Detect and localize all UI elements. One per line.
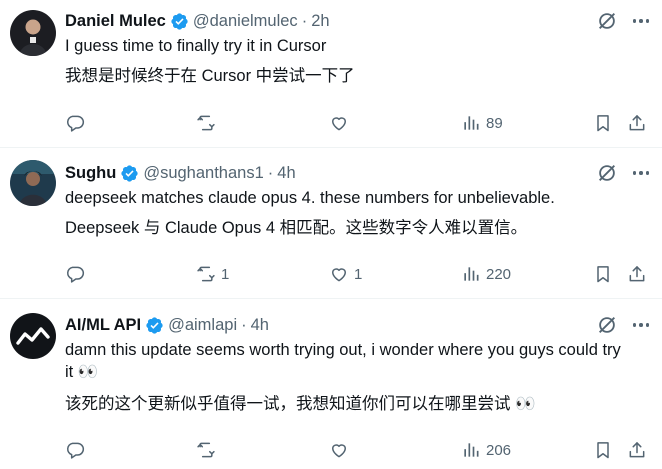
- tweet-translation: Deepseek 与 Claude Opus 4 相匹配。这些数字令人难以置信。: [65, 219, 528, 237]
- author-handle[interactable]: @danielmulec: [193, 12, 298, 31]
- more-options-icon[interactable]: [630, 314, 652, 336]
- tweet-text: deepseek matches claude opus 4. these nu…: [65, 189, 555, 207]
- like-button[interactable]: [329, 111, 354, 135]
- verified-badge-icon: [145, 316, 164, 335]
- like-count: 1: [354, 265, 363, 283]
- retweet-icon: [196, 264, 216, 284]
- reply-icon: [65, 264, 85, 284]
- like-button[interactable]: [329, 438, 354, 462]
- timestamp[interactable]: 4h: [251, 316, 269, 335]
- author-handle[interactable]: @sughanthans1: [143, 164, 263, 183]
- grok-icon[interactable]: [596, 314, 618, 336]
- author-name[interactable]: Daniel Mulec: [65, 12, 166, 31]
- tweet-text: damn this update seems worth trying out,…: [65, 341, 621, 381]
- retweet-button[interactable]: [196, 438, 221, 462]
- reply-icon: [65, 113, 85, 133]
- share-icon: [627, 440, 647, 460]
- retweet-count: 1: [221, 265, 230, 283]
- retweet-icon: [196, 113, 216, 133]
- retweet-icon: [196, 440, 216, 460]
- reply-button[interactable]: [65, 111, 90, 135]
- views-button[interactable]: 220: [461, 262, 511, 286]
- bookmark-icon: [593, 113, 613, 133]
- tweet[interactable]: AI/ML API @aimlapi · 4h damn this update…: [0, 299, 662, 469]
- separator: ·: [241, 315, 247, 334]
- avatar[interactable]: [10, 10, 56, 56]
- bookmark-button[interactable]: [593, 438, 613, 462]
- heart-icon: [329, 264, 349, 284]
- tweet-feed: Daniel Mulec @danielmulec · 2h I guess t…: [0, 0, 662, 469]
- reply-button[interactable]: [65, 262, 90, 286]
- tweet[interactable]: Daniel Mulec @danielmulec · 2h I guess t…: [0, 0, 662, 147]
- share-icon: [627, 264, 647, 284]
- analytics-icon: [461, 113, 481, 133]
- avatar[interactable]: [10, 313, 56, 359]
- analytics-icon: [461, 264, 481, 284]
- share-button[interactable]: [627, 111, 647, 135]
- separator: ·: [267, 163, 274, 182]
- grok-icon[interactable]: [596, 162, 618, 184]
- views-button[interactable]: 89: [461, 111, 503, 135]
- more-options-icon[interactable]: [630, 162, 652, 184]
- bookmark-button[interactable]: [593, 262, 613, 286]
- bookmark-icon: [593, 440, 613, 460]
- verified-badge-icon: [170, 12, 189, 31]
- timestamp[interactable]: 4h: [277, 164, 295, 183]
- heart-icon: [329, 113, 349, 133]
- view-count: 206: [486, 441, 512, 459]
- tweet-translation: 我想是时候终于在 Cursor 中尝试一下了: [65, 67, 355, 85]
- author-name[interactable]: AI/ML API: [65, 316, 141, 335]
- heart-icon: [329, 440, 349, 460]
- tweet[interactable]: Sughu @sughanthans1 · 4h deepseek matche…: [0, 148, 662, 298]
- retweet-button[interactable]: 1: [196, 262, 229, 286]
- tweet-text: I guess time to finally try it in Cursor: [65, 37, 327, 55]
- like-button[interactable]: 1: [329, 262, 362, 286]
- share-button[interactable]: [627, 262, 647, 286]
- share-button[interactable]: [627, 438, 647, 462]
- more-options-icon[interactable]: [630, 10, 652, 32]
- bookmark-icon: [593, 264, 613, 284]
- verified-badge-icon: [120, 164, 139, 183]
- avatar[interactable]: [10, 160, 56, 206]
- separator: ·: [301, 11, 308, 30]
- view-count: 220: [486, 265, 512, 283]
- author-handle[interactable]: @aimlapi: [168, 316, 237, 335]
- grok-icon[interactable]: [596, 10, 618, 32]
- reply-icon: [65, 440, 85, 460]
- analytics-icon: [461, 440, 481, 460]
- retweet-button[interactable]: [196, 111, 221, 135]
- timestamp[interactable]: 2h: [311, 12, 329, 31]
- tweet-translation: 该死的这个更新似乎值得一试，我想知道你们可以在哪里尝试 👀: [65, 395, 536, 413]
- bookmark-button[interactable]: [593, 111, 613, 135]
- author-name[interactable]: Sughu: [65, 164, 116, 183]
- view-count: 89: [486, 114, 503, 132]
- views-button[interactable]: 206: [461, 438, 511, 462]
- share-icon: [627, 113, 647, 133]
- reply-button[interactable]: [65, 438, 90, 462]
